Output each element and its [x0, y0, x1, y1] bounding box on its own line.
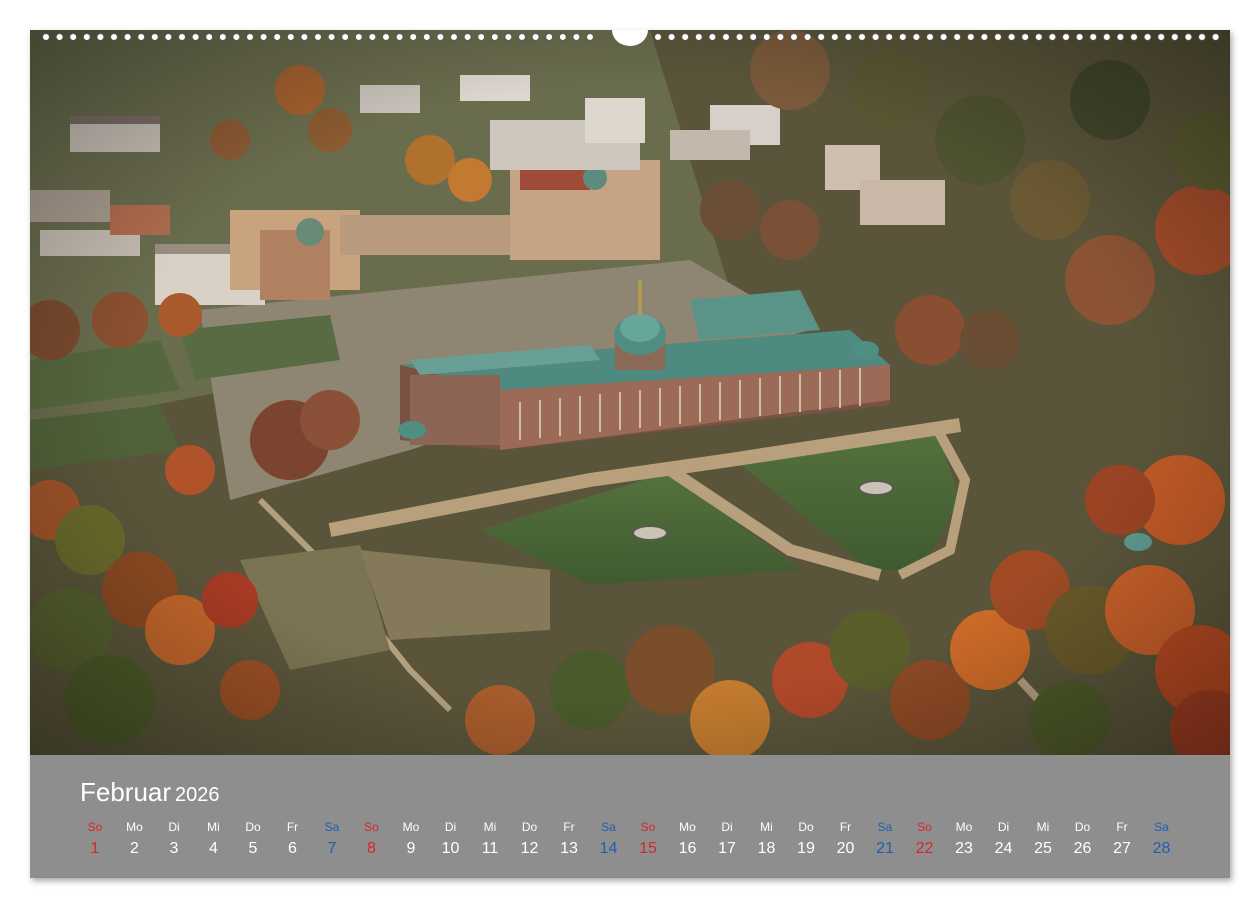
weekday-name: Do: [245, 820, 261, 834]
weekday-name: Mo: [402, 820, 420, 834]
day-number: 2: [130, 840, 139, 857]
day-number: 19: [797, 840, 815, 857]
weekday-name: Mi: [760, 820, 773, 834]
day-number: 10: [441, 840, 460, 857]
day-number: 23: [955, 840, 973, 857]
weekday-name: So: [917, 820, 932, 834]
weekday-name: Mo: [679, 820, 696, 834]
weekday-name: Mo: [955, 820, 973, 834]
weekday-name: So: [87, 820, 103, 834]
weekday-names-row: So Mo Di Mi Do Fr Sa So Mo Di Mi Do Fr Sa So Mo Di Mi Do Fr…: [30, 820, 1230, 840]
day-number: 1: [90, 840, 100, 857]
day-number: 14: [599, 840, 618, 857]
aerial-palace-image: [30, 30, 1230, 755]
weekday-name: Sa: [324, 820, 340, 834]
day-number: 24: [994, 840, 1013, 857]
day-number: 17: [718, 840, 736, 857]
calendar-photo: [30, 30, 1230, 755]
calendar-footer: Februar 2026 So Mo Di Mi Do Fr Sa So Mo Di Mi Do Fr Sa…: [30, 755, 1230, 878]
day-number: 21: [876, 840, 894, 857]
weekday-name: Fr: [563, 820, 575, 834]
weekday-name: Do: [1074, 820, 1091, 834]
day-number: 5: [248, 840, 258, 857]
weekday-name: Do: [798, 820, 814, 834]
weekday-name: Di: [721, 820, 733, 834]
spiral-binding-icon: [42, 30, 1220, 46]
month-title: Februar 2026: [80, 777, 220, 808]
weekday-name: Mi: [1036, 820, 1050, 834]
day-number: 7: [327, 840, 337, 857]
day-number: 20: [836, 840, 855, 857]
day-number: 28: [1152, 840, 1171, 857]
day-number: 13: [560, 840, 578, 857]
day-number: 4: [209, 840, 218, 857]
day-number: 18: [757, 840, 776, 857]
month-name: Februar: [80, 777, 172, 807]
year-label: 2026: [175, 784, 220, 806]
day-number: 22: [915, 840, 934, 857]
day-number: 9: [406, 840, 416, 857]
weekday-name: Di: [444, 820, 457, 834]
weekday-name: Sa: [877, 820, 893, 834]
weekday-name: Fr: [839, 820, 852, 834]
weekday-name: Fr: [286, 820, 299, 834]
weekday-name: So: [364, 820, 379, 834]
weekday-name: Di: [168, 820, 180, 834]
weekday-name: Mo: [126, 820, 143, 834]
weekday-name: Mi: [207, 820, 220, 834]
day-number: 26: [1073, 840, 1092, 857]
day-number: 25: [1034, 840, 1052, 857]
weekday-name: Do: [521, 820, 538, 834]
weekday-name: Sa: [1154, 820, 1169, 834]
day-number: 12: [520, 840, 539, 857]
weekday-name: So: [640, 820, 656, 834]
day-number: 3: [169, 840, 179, 857]
weekday-name: Mi: [483, 820, 497, 834]
weekday-name: Fr: [1116, 820, 1128, 834]
day-numbers-row: 1 2 3 4 5 6 7 8 9 10 11 12 13 14 15 16 17 18 19 20 21 22 23 24 2…: [30, 840, 1230, 860]
weekday-name: Di: [997, 820, 1010, 834]
day-number: 11: [481, 840, 499, 857]
day-number: 15: [639, 840, 657, 857]
day-number: 16: [678, 840, 697, 857]
weekday-name: Sa: [601, 820, 616, 834]
day-number: 6: [288, 840, 297, 857]
calendar-page: Februar 2026 So Mo Di Mi Do Fr Sa So Mo Di Mi Do Fr Sa…: [30, 30, 1230, 878]
day-number: 8: [367, 840, 376, 857]
day-number: 27: [1113, 840, 1131, 857]
